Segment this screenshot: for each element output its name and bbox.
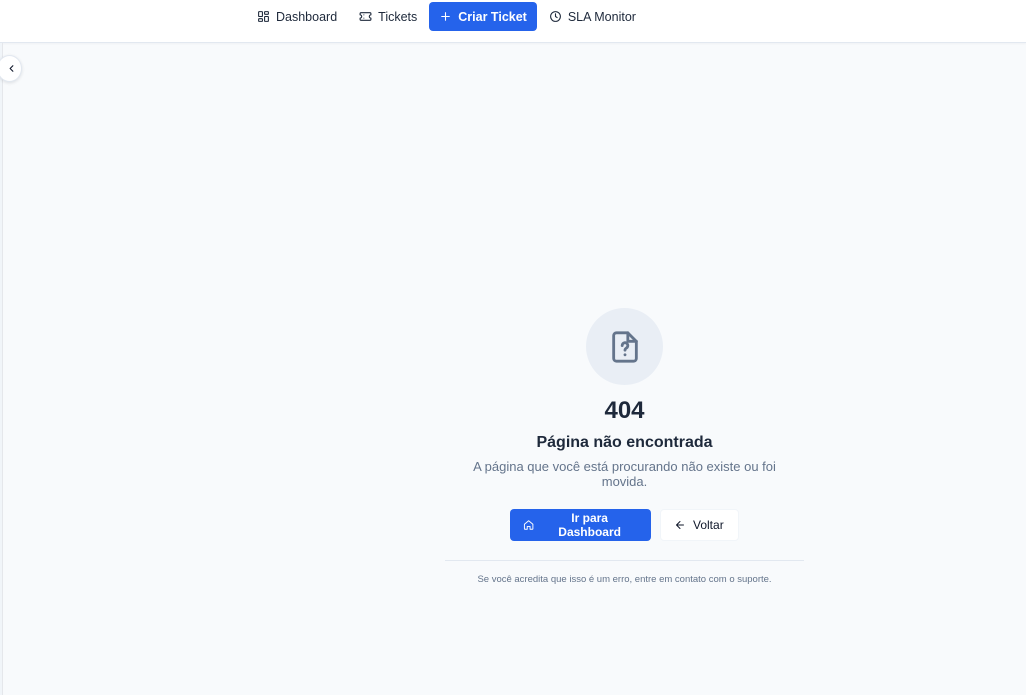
- nav-item-tickets[interactable]: Tickets: [349, 2, 427, 31]
- file-question-icon: [611, 330, 638, 363]
- home-icon: [523, 520, 534, 530]
- error-icon-circle: [586, 308, 663, 385]
- nav-item-label: SLA Monitor: [567, 9, 636, 24]
- nav-item-dashboard[interactable]: Dashboard: [247, 2, 347, 31]
- nav-item-label: Tickets: [378, 9, 418, 24]
- support-note: Se você acredita que isso é um erro, ent…: [477, 574, 772, 585]
- divider: [445, 560, 804, 561]
- dashboard-icon: [258, 11, 269, 22]
- error-code: 404: [604, 397, 645, 424]
- chevron-left-icon: [9, 65, 13, 72]
- plus-icon: [441, 12, 451, 21]
- arrow-left-icon: [676, 521, 684, 529]
- error-title: Página não encontrada: [536, 434, 713, 451]
- button-label: Voltar: [693, 518, 724, 532]
- nav-item-label: Dashboard: [276, 9, 338, 24]
- error-actions: Ir para Dashboard Voltar: [445, 509, 804, 541]
- top-navigation-bar: Dashboard Tickets Criar Ticket SLA Monit…: [0, 0, 1026, 43]
- main-nav: Dashboard Tickets Criar Ticket SLA Monit…: [247, 2, 646, 31]
- button-label: Ir para Dashboard: [558, 511, 621, 539]
- sidebar-toggle-button[interactable]: [0, 55, 22, 82]
- not-found-panel: 404 Página não encontrada A página que v…: [445, 308, 804, 585]
- ticket-icon: [359, 12, 372, 21]
- nav-item-sla-monitor[interactable]: SLA Monitor: [539, 2, 646, 31]
- collapsed-sidebar: [0, 43, 3, 695]
- go-to-dashboard-button[interactable]: Ir para Dashboard: [510, 509, 651, 541]
- clock-icon: [549, 11, 561, 22]
- create-ticket-button[interactable]: Criar Ticket: [429, 2, 537, 31]
- back-button[interactable]: Voltar: [660, 509, 739, 541]
- nav-item-label: Criar Ticket: [458, 9, 527, 24]
- error-description: A página que você está procurando não ex…: [473, 459, 776, 489]
